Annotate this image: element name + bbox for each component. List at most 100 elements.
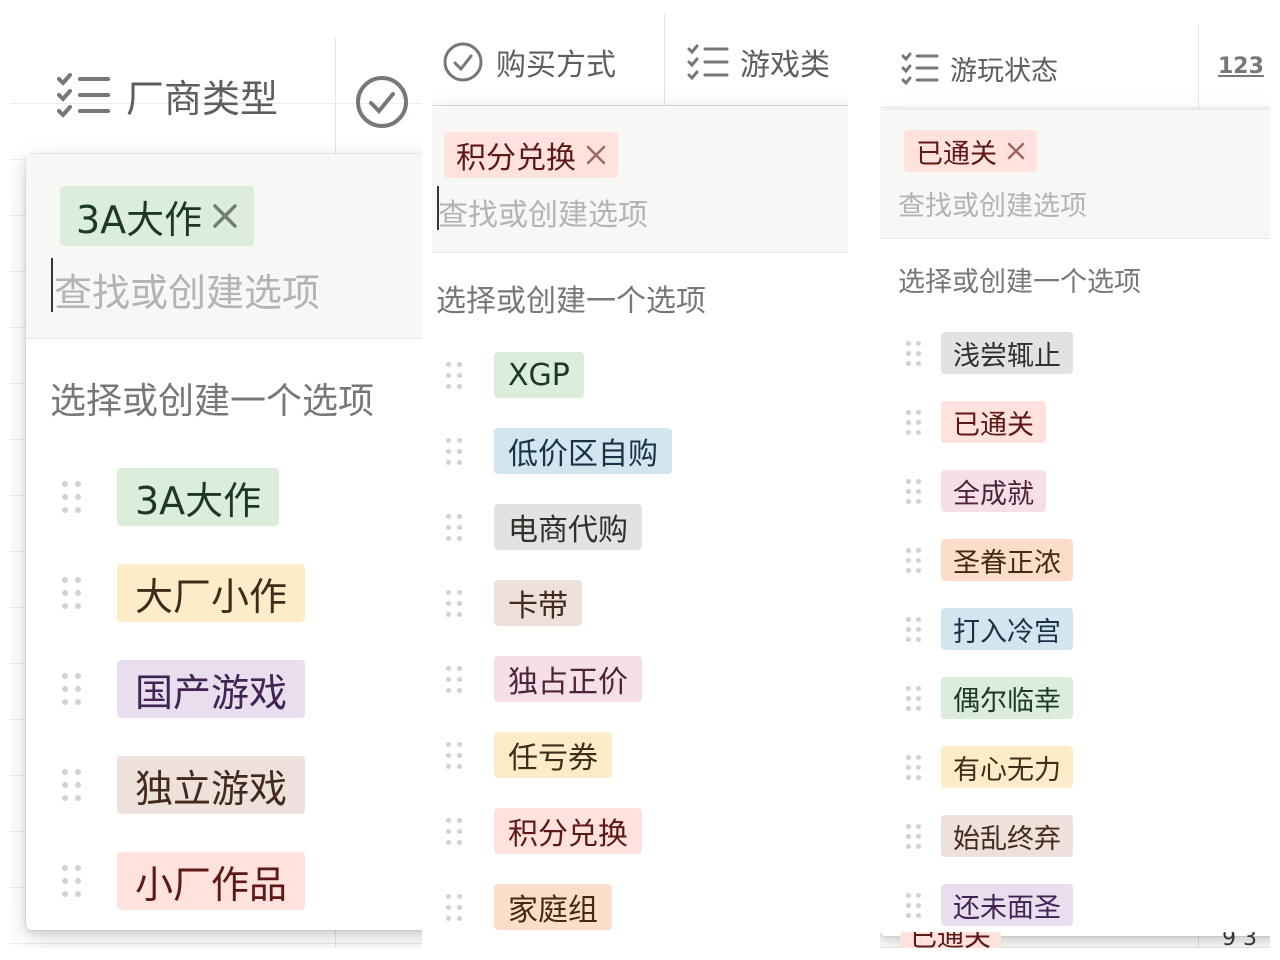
search-input[interactable]: 查找或创建选项 [438,190,648,234]
drag-handle-icon[interactable] [446,589,462,617]
list-item[interactable]: XGP [432,352,848,398]
list-item[interactable]: 家庭组 [432,884,848,930]
close-icon[interactable] [586,138,606,173]
list-item[interactable]: 任亏券 [432,732,848,778]
option-tag: 卡带 [494,580,582,626]
list-item[interactable]: 小厂作品 [26,852,422,910]
option-tag: 3A大作 [117,468,280,526]
column-header-label: 游戏类 [740,48,830,83]
drag-handle-icon[interactable] [906,685,921,711]
check-circle-icon [442,41,484,83]
column-header-label: 游玩状态 [950,55,1058,87]
drag-handle-icon[interactable] [446,893,462,921]
option-tag: 偶尔临幸 [941,677,1073,719]
drag-handle-icon[interactable] [906,340,921,366]
option-tag: 已通关 [941,401,1046,443]
selected-tag-label: 3A大作 [76,197,203,242]
option-tag: 浅尝辄止 [941,332,1073,374]
option-tag: 始乱终弃 [941,815,1073,857]
drag-handle-icon[interactable] [906,547,921,573]
list-item[interactable]: 始乱终弃 [880,815,1270,857]
option-tag: 国产游戏 [117,660,306,718]
drag-handle-icon[interactable] [446,437,462,465]
option-tag: 全成就 [941,470,1046,512]
list-item[interactable]: 还未面圣 [880,884,1270,926]
drag-handle-icon[interactable] [906,409,921,435]
number-icon[interactable]: 123 [1218,54,1264,79]
list-item[interactable]: 低价区自购 [432,428,848,474]
column-header-label: 厂商类型 [126,76,279,121]
option-tag: 打入冷宫 [941,608,1073,650]
drag-handle-icon[interactable] [446,361,462,389]
option-tag: 圣眷正浓 [941,539,1073,581]
list-item[interactable]: 偶尔临幸 [880,677,1270,719]
list-item[interactable]: 卡带 [432,580,848,626]
drag-handle-icon[interactable] [906,478,921,504]
selected-tag-chip[interactable]: 已通关 [904,130,1037,172]
column-header-label: 购买方式 [496,48,616,83]
close-icon[interactable] [1007,136,1025,167]
list-item[interactable]: 大厂小作 [26,564,422,622]
list-item[interactable]: 独占正价 [432,656,848,702]
list-item[interactable]: 电商代购 [432,504,848,550]
select-dropdown: 已通关 查找或创建选项 选择或创建一个选项 浅尝辄止 已通关 全成就 圣眷正浓 … [880,110,1270,936]
close-icon[interactable] [212,194,238,238]
drag-handle-icon[interactable] [446,665,462,693]
select-dropdown: 3A大作 查找或创建选项 选择或创建一个选项 3A大作 大厂小作 国产游戏 独立… [26,154,422,930]
list-item[interactable]: 打入冷宫 [880,608,1270,650]
dropdown-hint: 选择或创建一个选项 [898,267,1141,298]
search-input[interactable]: 查找或创建选项 [54,262,320,317]
selected-tag-label: 已通关 [916,138,997,170]
list-item[interactable]: 圣眷正浓 [880,539,1270,581]
dropdown-hint: 选择或创建一个选项 [50,381,375,422]
selected-tag-chip[interactable]: 3A大作 [60,186,255,246]
selected-tag-chip[interactable]: 积分兑换 [444,132,618,178]
list-item[interactable]: 浅尝辄止 [880,332,1270,374]
drag-handle-icon[interactable] [62,481,81,513]
list-item[interactable]: 独立游戏 [26,756,422,814]
option-tag: 大厂小作 [117,564,306,622]
table-cell-tag: 已通关 [900,932,1001,948]
option-tag: 还未面圣 [941,884,1073,926]
drag-handle-icon[interactable] [906,823,921,849]
select-dropdown: 积分兑换 查找或创建选项 选择或创建一个选项 XGP 低价区自购 电商代购 卡带… [432,106,848,948]
drag-handle-icon[interactable] [62,577,81,609]
option-tag: 家庭组 [494,884,612,930]
drag-handle-icon[interactable] [446,741,462,769]
column-header-purchase-icon[interactable] [354,74,410,130]
panel-purchase-method: 购买方式 游戏类 积分兑换 查找或创建选项 选择或创建一个选项 XGP 低价区自… [432,14,848,948]
drag-handle-icon[interactable] [62,769,81,801]
drag-handle-icon[interactable] [906,892,921,918]
drag-handle-icon[interactable] [906,616,921,642]
list-icon [54,70,112,120]
option-tag: 独立游戏 [117,756,306,814]
drag-handle-icon[interactable] [62,673,81,705]
list-item[interactable]: 积分兑换 [432,808,848,854]
drag-handle-icon[interactable] [446,513,462,541]
column-header-game-type[interactable]: 游戏类 [686,36,830,88]
option-tag: 小厂作品 [117,852,306,910]
option-tag: 有心无力 [941,746,1073,788]
list-item[interactable]: 全成就 [880,470,1270,512]
drag-handle-icon[interactable] [62,865,81,897]
selected-tag-label: 积分兑换 [456,141,576,176]
column-header-purchase-method[interactable]: 购买方式 [442,36,616,88]
list-item[interactable]: 有心无力 [880,746,1270,788]
check-circle-icon [354,74,410,130]
text-cursor [51,258,53,312]
option-tag: 独占正价 [494,656,642,702]
option-tag: 积分兑换 [494,808,642,854]
drag-handle-icon[interactable] [446,817,462,845]
search-input[interactable]: 查找或创建选项 [898,184,1087,223]
list-item[interactable]: 国产游戏 [26,660,422,718]
option-tag: 低价区自购 [494,428,672,474]
list-item[interactable]: 已通关 [880,401,1270,443]
drag-handle-icon[interactable] [906,754,921,780]
panel-play-status: 游玩状态 123 已通关 查找或创建选项 选择或创建一个选项 浅尝辄止 已通关 … [880,24,1270,948]
table-cell-number: 9 3 [1222,932,1257,948]
list-item[interactable]: 3A大作 [26,468,422,526]
column-header-play-status[interactable]: 游玩状态 [900,46,1058,90]
option-tag: XGP [494,352,584,398]
column-header-vendor-type[interactable]: 厂商类型 [54,66,278,124]
list-icon [686,43,730,81]
